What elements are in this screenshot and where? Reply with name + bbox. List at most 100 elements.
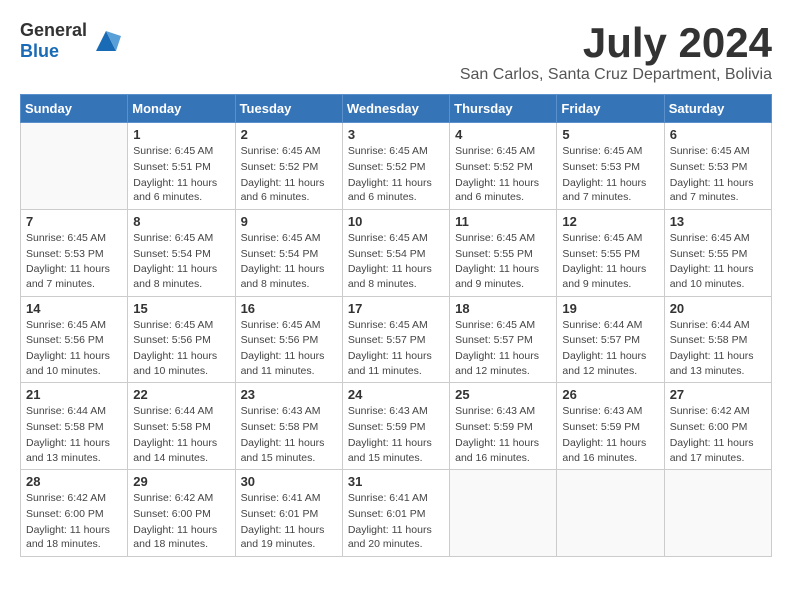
calendar-cell: 27 Sunrise: 6:42 AMSunset: 6:00 PMDayligh… [664, 383, 771, 470]
day-number: 25 [455, 387, 551, 402]
day-number: 9 [241, 214, 337, 229]
sunrise-line: Sunrise: 6:45 AM [241, 144, 337, 159]
day-info: Sunrise: 6:45 AMSunset: 5:52 PMDaylight:… [348, 144, 444, 205]
sunset-line: Sunset: 5:58 PM [133, 420, 229, 435]
calendar-cell: 3Sunrise: 6:45 AMSunset: 5:52 PMDaylight… [342, 123, 449, 210]
sunset-line: Sunset: 5:59 PM [562, 420, 658, 435]
day-number: 11 [455, 214, 551, 229]
calendar-cell: 12Sunrise: 6:45 AMSunset: 5:55 PMDayligh… [557, 209, 664, 296]
calendar-cell: 24Sunrise: 6:43 AMSunset: 5:59 PMDayligh… [342, 383, 449, 470]
calendar-cell: 7Sunrise: 6:45 AMSunset: 5:53 PMDaylight… [21, 209, 128, 296]
sunrise-line: Sunrise: 6:44 AM [562, 318, 658, 333]
daylight-line: Daylight: 11 hours and 6 minutes. [455, 176, 551, 205]
weekday-header-wednesday: Wednesday [342, 95, 449, 123]
daylight-line: Daylight: 11 hours and 8 minutes. [133, 262, 229, 291]
day-info: Sunrise: 6:45 AMSunset: 5:55 PMDaylight:… [562, 231, 658, 292]
calendar-cell: 25 Sunrise: 6:43 AMSunset: 5:59 PMDayligh… [450, 383, 557, 470]
calendar-cell: 23Sunrise: 6:43 AMSunset: 5:58 PMDayligh… [235, 383, 342, 470]
sunset-line: Sunset: 5:51 PM [133, 160, 229, 175]
calendar-cell: 15Sunrise: 6:45 AMSunset: 5:56 PMDayligh… [128, 296, 235, 383]
day-number: 31 [348, 474, 444, 489]
sunrise-line: Sunrise: 6:45 AM [241, 231, 337, 246]
week-row-5: 28Sunrise: 6:42 AMSunset: 6:00 PMDayligh… [21, 470, 772, 557]
calendar-cell [450, 470, 557, 557]
day-info: Sunrise: 6:41 AMSunset: 6:01 PMDaylight:… [241, 491, 337, 552]
sunrise-line: Sunrise: 6:44 AM [670, 318, 766, 333]
sunset-line: Sunset: 6:00 PM [26, 507, 122, 522]
day-info: Sunrise: 6:43 AMSunset: 5:59 PMDaylight:… [455, 404, 551, 465]
sunrise-line: Sunrise: 6:42 AM [26, 491, 122, 506]
sunset-line: Sunset: 5:58 PM [26, 420, 122, 435]
daylight-line: Daylight: 11 hours and 12 minutes. [455, 349, 551, 378]
day-number: 23 [241, 387, 337, 402]
day-number: 29 [133, 474, 229, 489]
day-number: 27 [670, 387, 766, 402]
title-area: July 2024 San Carlos, Santa Cruz Departm… [460, 20, 772, 84]
day-info: Sunrise: 6:45 AMSunset: 5:55 PMDaylight:… [455, 231, 551, 292]
daylight-line: Daylight: 11 hours and 11 minutes. [241, 349, 337, 378]
daylight-line: Daylight: 11 hours and 9 minutes. [455, 262, 551, 291]
day-info: Sunrise: 6:42 AMSunset: 6:00 PMDaylight:… [670, 404, 766, 465]
daylight-line: Daylight: 11 hours and 13 minutes. [670, 349, 766, 378]
calendar-cell: 2Sunrise: 6:45 AMSunset: 5:52 PMDaylight… [235, 123, 342, 210]
daylight-line: Daylight: 11 hours and 13 minutes. [26, 436, 122, 465]
daylight-line: Daylight: 11 hours and 11 minutes. [348, 349, 444, 378]
sunrise-line: Sunrise: 6:45 AM [133, 144, 229, 159]
month-title: July 2024 [460, 20, 772, 66]
day-info: Sunrise: 6:42 AMSunset: 6:00 PMDaylight:… [26, 491, 122, 552]
day-info: Sunrise: 6:45 AMSunset: 5:56 PMDaylight:… [241, 318, 337, 379]
weekday-header-monday: Monday [128, 95, 235, 123]
day-info: Sunrise: 6:44 AMSunset: 5:58 PMDaylight:… [670, 318, 766, 379]
sunrise-line: Sunrise: 6:43 AM [348, 404, 444, 419]
day-info: Sunrise: 6:45 AMSunset: 5:57 PMDaylight:… [348, 318, 444, 379]
sunrise-line: Sunrise: 6:45 AM [562, 144, 658, 159]
day-info: Sunrise: 6:45 AMSunset: 5:56 PMDaylight:… [133, 318, 229, 379]
logo: General Blue [20, 20, 121, 62]
sunrise-line: Sunrise: 6:43 AM [241, 404, 337, 419]
day-info: Sunrise: 6:44 AMSunset: 5:57 PMDaylight:… [562, 318, 658, 379]
sunset-line: Sunset: 5:56 PM [133, 333, 229, 348]
sunset-line: Sunset: 6:00 PM [670, 420, 766, 435]
day-number: 19 [562, 301, 658, 316]
calendar-cell: 6Sunrise: 6:45 AMSunset: 5:53 PMDaylight… [664, 123, 771, 210]
sunset-line: Sunset: 5:53 PM [26, 247, 122, 262]
week-row-4: 21Sunrise: 6:44 AMSunset: 5:58 PMDayligh… [21, 383, 772, 470]
sunrise-line: Sunrise: 6:45 AM [133, 231, 229, 246]
day-info: Sunrise: 6:44 AMSunset: 5:58 PMDaylight:… [133, 404, 229, 465]
sunrise-line: Sunrise: 6:45 AM [241, 318, 337, 333]
day-number: 26 [562, 387, 658, 402]
calendar-cell: 18Sunrise: 6:45 AMSunset: 5:57 PMDayligh… [450, 296, 557, 383]
day-number: 20 [670, 301, 766, 316]
sunset-line: Sunset: 5:54 PM [133, 247, 229, 262]
sunrise-line: Sunrise: 6:41 AM [241, 491, 337, 506]
calendar-cell: 16Sunrise: 6:45 AMSunset: 5:56 PMDayligh… [235, 296, 342, 383]
logo-blue: Blue [20, 41, 59, 61]
sunrise-line: Sunrise: 6:45 AM [455, 231, 551, 246]
sunset-line: Sunset: 5:53 PM [670, 160, 766, 175]
day-number: 7 [26, 214, 122, 229]
week-row-3: 14Sunrise: 6:45 AMSunset: 5:56 PMDayligh… [21, 296, 772, 383]
calendar-cell: 8Sunrise: 6:45 AMSunset: 5:54 PMDaylight… [128, 209, 235, 296]
calendar-cell: 30Sunrise: 6:41 AMSunset: 6:01 PMDayligh… [235, 470, 342, 557]
day-info: Sunrise: 6:41 AMSunset: 6:01 PMDaylight:… [348, 491, 444, 552]
day-number: 14 [26, 301, 122, 316]
calendar-cell: 5Sunrise: 6:45 AMSunset: 5:53 PMDaylight… [557, 123, 664, 210]
calendar-cell: 29 Sunrise: 6:42 AMSunset: 6:00 PMDayligh… [128, 470, 235, 557]
sunrise-line: Sunrise: 6:45 AM [348, 318, 444, 333]
calendar-cell: 1Sunrise: 6:45 AMSunset: 5:51 PMDaylight… [128, 123, 235, 210]
daylight-line: Daylight: 11 hours and 10 minutes. [26, 349, 122, 378]
daylight-line: Daylight: 11 hours and 7 minutes. [670, 176, 766, 205]
weekday-header-saturday: Saturday [664, 95, 771, 123]
day-info: Sunrise: 6:42 AMSunset: 6:00 PMDaylight:… [133, 491, 229, 552]
day-info: Sunrise: 6:44 AMSunset: 5:58 PMDaylight:… [26, 404, 122, 465]
calendar-cell: 31 Sunrise: 6:41 AMSunset: 6:01 PMDayligh… [342, 470, 449, 557]
daylight-line: Daylight: 11 hours and 15 minutes. [241, 436, 337, 465]
day-info: Sunrise: 6:45 AMSunset: 5:54 PMDaylight:… [241, 231, 337, 292]
day-info: Sunrise: 6:45 AMSunset: 5:51 PMDaylight:… [133, 144, 229, 205]
weekday-header-friday: Friday [557, 95, 664, 123]
sunset-line: Sunset: 5:56 PM [241, 333, 337, 348]
day-number: 2 [241, 127, 337, 142]
day-number: 4 [455, 127, 551, 142]
day-info: Sunrise: 6:45 AMSunset: 5:56 PMDaylight:… [26, 318, 122, 379]
sunset-line: Sunset: 5:59 PM [348, 420, 444, 435]
